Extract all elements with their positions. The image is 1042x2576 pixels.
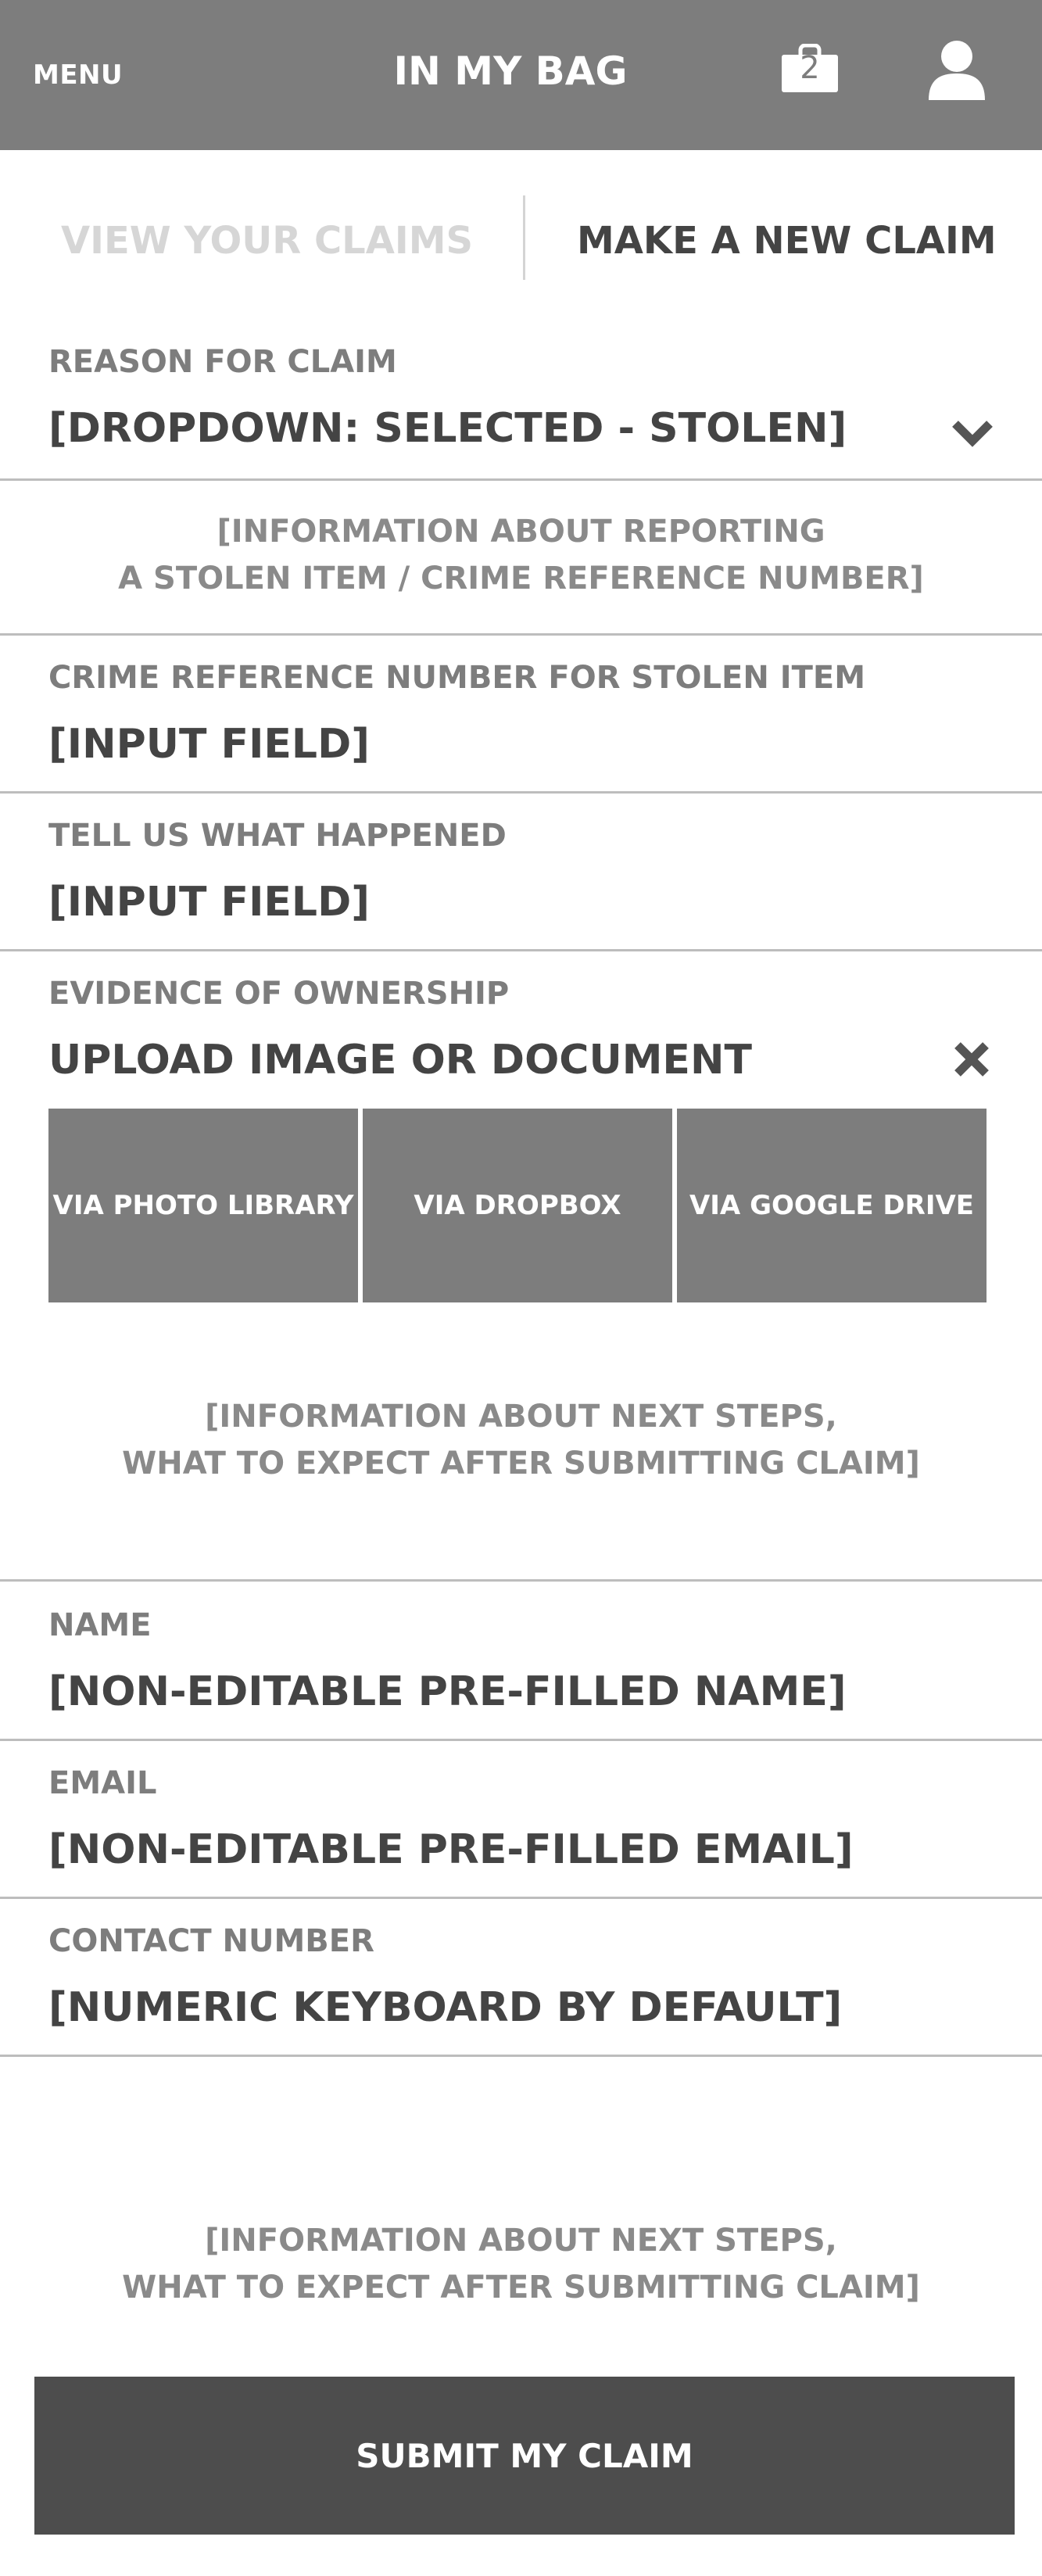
divider <box>0 2055 1042 2057</box>
next-steps-info-line-1: [INFORMATION ABOUT NEXT STEPS, <box>205 2223 837 2259</box>
tab-divider <box>523 195 525 280</box>
chevron-down-icon[interactable] <box>951 417 994 449</box>
claim-tabs: VIEW YOUR CLAIMS MAKE A NEW CLAIM <box>0 195 1042 281</box>
name-label: NAME <box>48 1607 152 1643</box>
email-label: EMAIL <box>48 1765 157 1801</box>
reason-label: REASON FOR CLAIM <box>48 344 397 380</box>
next-steps-info: [INFORMATION ABOUT NEXT STEPS, WHAT TO E… <box>0 2217 1042 2311</box>
upload-photo-library-button[interactable]: VIA PHOTO LIBRARY <box>48 1109 358 1302</box>
reporting-info: [INFORMATION ABOUT REPORTING A STOLEN IT… <box>0 508 1042 602</box>
email-value: [NON-EDITABLE PRE-FILLED EMAIL] <box>48 1826 854 1873</box>
what-happened-input[interactable]: [INPUT FIELD] <box>48 879 370 926</box>
upload-dropbox-button[interactable]: VIA DROPBOX <box>363 1109 672 1302</box>
next-steps-info: [INFORMATION ABOUT NEXT STEPS, WHAT TO E… <box>0 1393 1042 1487</box>
tab-make-a-new-claim[interactable]: MAKE A NEW CLAIM <box>577 219 997 263</box>
reason-dropdown[interactable]: [DROPDOWN: SELECTED - STOLEN] <box>48 405 847 452</box>
divider <box>0 949 1042 951</box>
bag-count-badge: 2 <box>800 50 820 86</box>
divider <box>0 633 1042 636</box>
page-title: IN MY BAG <box>393 48 628 94</box>
crime-reference-input[interactable]: [INPUT FIELD] <box>48 721 370 768</box>
submit-claim-button[interactable]: SUBMIT MY CLAIM <box>34 2377 1015 2535</box>
divider <box>0 1579 1042 1582</box>
reporting-info-line-1: [INFORMATION ABOUT REPORTING <box>217 514 825 550</box>
app-header: MENU IN MY BAG 2 <box>0 0 1042 150</box>
crime-reference-label: CRIME REFERENCE NUMBER FOR STOLEN ITEM <box>48 660 866 696</box>
upload-document-title: UPLOAD IMAGE OR DOCUMENT <box>48 1037 752 1084</box>
divider <box>0 791 1042 794</box>
next-steps-info-line-1: [INFORMATION ABOUT NEXT STEPS, <box>205 1399 837 1435</box>
divider <box>0 478 1042 481</box>
evidence-label: EVIDENCE OF OWNERSHIP <box>48 976 510 1012</box>
contact-number-label: CONTACT NUMBER <box>48 1923 374 1959</box>
shopping-bag-icon[interactable]: 2 <box>780 43 840 94</box>
tab-view-your-claims[interactable]: VIEW YOUR CLAIMS <box>61 219 473 263</box>
close-icon[interactable] <box>952 1040 991 1079</box>
user-icon[interactable] <box>927 39 986 102</box>
divider <box>0 1897 1042 1899</box>
divider <box>0 1739 1042 1741</box>
contact-number-input[interactable]: [NUMERIC KEYBOARD BY DEFAULT] <box>48 1984 842 2031</box>
reporting-info-line-2: A STOLEN ITEM / CRIME REFERENCE NUMBER] <box>118 561 924 597</box>
next-steps-info-line-2: WHAT TO EXPECT AFTER SUBMITTING CLAIM] <box>122 1446 920 1481</box>
next-steps-info-line-2: WHAT TO EXPECT AFTER SUBMITTING CLAIM] <box>122 2270 920 2306</box>
name-value: [NON-EDITABLE PRE-FILLED NAME] <box>48 1668 847 1715</box>
upload-google-drive-button[interactable]: VIA GOOGLE DRIVE <box>677 1109 986 1302</box>
what-happened-label: TELL US WHAT HAPPENED <box>48 818 507 854</box>
